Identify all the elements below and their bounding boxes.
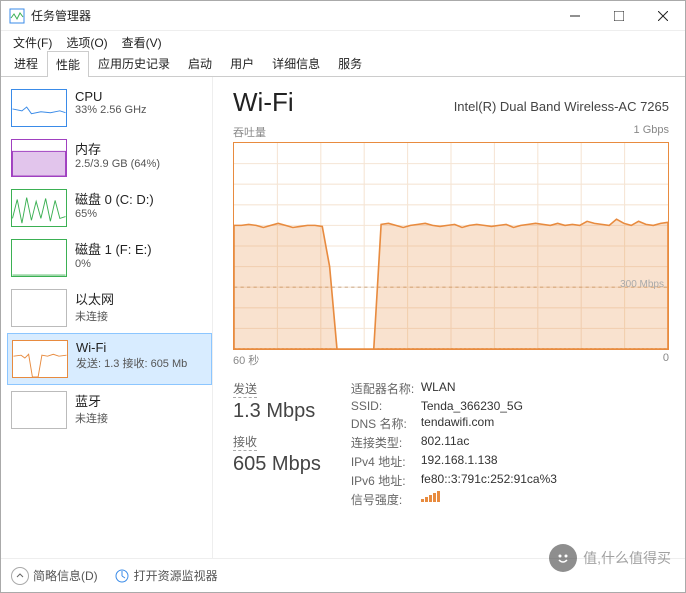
tab-5[interactable]: 详细信息 — [263, 50, 329, 76]
sidebar-item-2[interactable]: 磁盘 0 (C: D:)65% — [7, 183, 212, 233]
titlebar: 任务管理器 — [1, 1, 685, 31]
sidebar-item-1[interactable]: 内存2.5/3.9 GB (64%) — [7, 133, 212, 183]
sidebar: CPU33% 2.56 GHz内存2.5/3.9 GB (64%)磁盘 0 (C… — [1, 77, 213, 558]
properties: 适配器名称:WLAN SSID:Tenda_366230_5G DNS 名称:t… — [351, 380, 557, 510]
send-value: 1.3 Mbps — [233, 400, 321, 423]
prop-type-k: 连接类型: — [351, 434, 421, 451]
sidebar-item-name: Wi-Fi — [76, 340, 187, 355]
sidebar-item-name: 内存 — [75, 139, 160, 158]
resource-monitor-label: 打开资源监视器 — [134, 567, 218, 584]
chart-xmin: 60 秒 — [233, 352, 259, 368]
window-buttons — [553, 1, 685, 30]
chevron-up-icon — [11, 567, 29, 585]
recv-label: 接收 — [233, 433, 257, 451]
minimize-button[interactable] — [553, 1, 597, 30]
sidebar-item-6[interactable]: 蓝牙未连接 — [7, 385, 212, 435]
sidebar-minigraph — [11, 139, 67, 177]
sidebar-item-sub: 33% 2.56 GHz — [75, 104, 147, 116]
sidebar-item-sub: 未连接 — [75, 410, 108, 426]
app-icon — [9, 8, 25, 24]
prop-sig-k: 信号强度: — [351, 491, 421, 508]
prop-ssid-v: Tenda_366230_5G — [421, 399, 523, 413]
sidebar-item-sub: 65% — [75, 208, 154, 220]
recv-value: 605 Mbps — [233, 453, 321, 476]
content: CPU33% 2.56 GHz内存2.5/3.9 GB (64%)磁盘 0 (C… — [1, 77, 685, 558]
prop-dns-v: tendawifi.com — [421, 415, 494, 432]
sidebar-item-name: CPU — [75, 89, 147, 104]
send-label: 发送 — [233, 380, 257, 398]
chart-refline-label: 300 Mbps — [620, 279, 664, 290]
tab-0[interactable]: 进程 — [5, 50, 47, 76]
prop-adapter-k: 适配器名称: — [351, 380, 421, 397]
brief-info-link[interactable]: 简略信息(D) — [11, 567, 98, 585]
chart-ylabel: 吞吐量 — [233, 124, 266, 140]
tab-6[interactable]: 服务 — [329, 50, 371, 76]
brief-info-label: 简略信息(D) — [33, 567, 98, 584]
prop-ipv6-k: IPv6 地址: — [351, 472, 421, 489]
sidebar-item-sub: 未连接 — [75, 308, 114, 324]
sidebar-minigraph — [11, 189, 67, 227]
tab-4[interactable]: 用户 — [221, 50, 263, 76]
tab-3[interactable]: 启动 — [179, 50, 221, 76]
maximize-button[interactable] — [597, 1, 641, 30]
sidebar-item-name: 磁盘 0 (C: D:) — [75, 189, 154, 208]
sidebar-minigraph — [11, 289, 67, 327]
page-title: Wi-Fi — [233, 87, 294, 118]
sidebar-minigraph — [11, 89, 67, 127]
close-button[interactable] — [641, 1, 685, 30]
sidebar-minigraph — [11, 391, 67, 429]
sidebar-item-3[interactable]: 磁盘 1 (F: E:)0% — [7, 233, 212, 283]
sidebar-item-name: 蓝牙 — [75, 391, 108, 410]
sidebar-item-sub: 0% — [75, 258, 152, 270]
chart-xmax: 0 — [663, 352, 669, 368]
sidebar-item-name: 以太网 — [75, 289, 114, 308]
window-title: 任务管理器 — [31, 7, 553, 24]
sidebar-item-5[interactable]: Wi-Fi发送: 1.3 接收: 605 Mb — [7, 333, 212, 385]
throughput-chart: 300 Mbps — [233, 142, 669, 350]
main-panel: Wi-Fi Intel(R) Dual Band Wireless-AC 726… — [213, 77, 685, 558]
tab-1[interactable]: 性能 — [47, 51, 89, 77]
prop-dns-k: DNS 名称: — [351, 415, 421, 432]
sidebar-item-4[interactable]: 以太网未连接 — [7, 283, 212, 333]
prop-type-v: 802.11ac — [421, 434, 470, 451]
prop-adapter-v: WLAN — [421, 380, 456, 397]
chart-ymax: 1 Gbps — [634, 124, 669, 140]
prop-ssid-k: SSID: — [351, 399, 421, 413]
footer: 简略信息(D) 打开资源监视器 — [1, 558, 685, 592]
sidebar-item-name: 磁盘 1 (F: E:) — [75, 239, 152, 258]
signal-strength-icon — [421, 491, 440, 508]
prop-ipv4-k: IPv4 地址: — [351, 453, 421, 470]
sidebar-item-sub: 发送: 1.3 接收: 605 Mb — [76, 355, 187, 371]
monitor-icon — [114, 568, 130, 584]
prop-ipv4-v: 192.168.1.138 — [421, 453, 498, 470]
sidebar-minigraph — [12, 340, 68, 378]
tabs: 进程性能应用历史记录启动用户详细信息服务 — [1, 53, 685, 77]
adapter-name: Intel(R) Dual Band Wireless-AC 7265 — [454, 99, 669, 114]
sidebar-item-0[interactable]: CPU33% 2.56 GHz — [7, 83, 212, 133]
resource-monitor-link[interactable]: 打开资源监视器 — [114, 567, 218, 584]
prop-ipv6-v: fe80::3:791c:252:91ca%3 — [421, 472, 557, 489]
tab-2[interactable]: 应用历史记录 — [89, 50, 179, 76]
sidebar-minigraph — [11, 239, 67, 277]
sidebar-item-sub: 2.5/3.9 GB (64%) — [75, 158, 160, 170]
